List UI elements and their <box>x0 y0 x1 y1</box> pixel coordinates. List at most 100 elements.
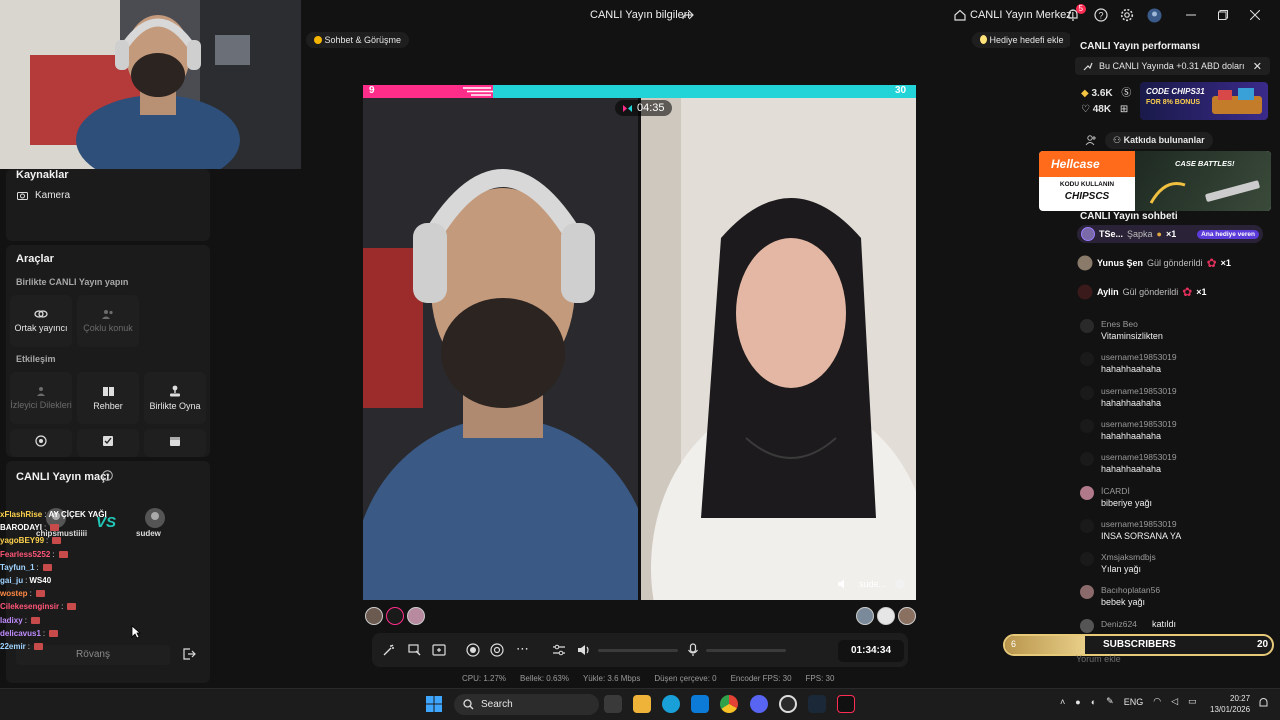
avatar[interactable] <box>1080 618 1094 633</box>
speaker-icon[interactable] <box>837 579 848 589</box>
language-indicator[interactable]: ENG <box>1124 697 1144 707</box>
info-icon[interactable]: ? <box>102 470 113 481</box>
store-icon[interactable] <box>691 695 709 713</box>
avatar[interactable] <box>365 607 383 625</box>
cohost-button[interactable]: Ortak yayıncı <box>10 295 72 347</box>
chat-message[interactable]: username19853019 hahahhaahaha <box>1080 352 1260 382</box>
discord-icon[interactable] <box>750 695 768 713</box>
hellcase-ad-banner[interactable]: Hellcase KODU KULLANIN CHIPSCS CASE BATT… <box>1039 151 1271 211</box>
pen-icon[interactable]: ✎ <box>1106 696 1114 707</box>
chat-username[interactable]: username19853019 <box>1101 386 1177 396</box>
microphone-icon[interactable] <box>687 643 699 657</box>
effects-icon[interactable] <box>382 643 396 657</box>
volume-tray-icon[interactable]: ◁ <box>1171 696 1178 707</box>
play-together-button[interactable]: Birlikte Oyna <box>144 372 206 424</box>
topic-pill[interactable]: Sohbet & Görüşme <box>306 32 410 48</box>
minimize-icon[interactable] <box>1186 10 1196 20</box>
contributors-button[interactable]: ⚇ Katkıda bulunanlar <box>1105 132 1213 149</box>
chat-username[interactable]: username19853019 <box>1101 352 1177 362</box>
scene-icon[interactable] <box>432 643 446 657</box>
multiguest-button[interactable]: Çoklu konuk <box>77 295 139 347</box>
bell-icon[interactable]: 5 <box>1066 4 1086 24</box>
chat-username[interactable]: İCARDİ <box>1101 486 1130 496</box>
avatar[interactable] <box>1080 452 1094 467</box>
windows-start-icon[interactable] <box>426 696 442 712</box>
chat-message[interactable]: username19853019 hahahhaahaha <box>1080 385 1260 416</box>
edge-icon[interactable] <box>662 695 680 713</box>
maximize-icon[interactable] <box>1218 10 1228 20</box>
task-view-icon[interactable] <box>604 695 622 713</box>
tool-button-partial-3[interactable] <box>144 429 206 457</box>
chat-username[interactable]: username19853019 <box>1101 452 1177 462</box>
add-user-icon[interactable] <box>1085 134 1097 146</box>
chrome-icon[interactable] <box>720 695 738 713</box>
comment-input[interactable]: Yorum ekle <box>1076 654 1121 664</box>
live-center-button[interactable]: CANLI Yayın Merkezi <box>954 9 1074 21</box>
gift-row[interactable]: TSe... Şapka ● ×1 Ana hediye veren <box>1077 225 1263 243</box>
avatar[interactable] <box>1080 585 1094 600</box>
guide-button[interactable]: Rehber <box>77 372 139 424</box>
tool-button-partial-2[interactable] <box>77 429 139 457</box>
more-icon[interactable]: ⋯ <box>516 642 529 655</box>
chat-username[interactable]: Bacıhoplatan56 <box>1101 585 1160 595</box>
taskbar-clock[interactable]: 20:27 13/01/2026 <box>1210 693 1250 715</box>
chat-message[interactable]: username19853019 INSA SORSANA YA <box>1080 518 1260 549</box>
gift-row[interactable]: Yunus Şen Gül gönderildi ✿ ×1 <box>1077 254 1231 272</box>
notification-icon[interactable] <box>1258 697 1269 709</box>
gear-icon[interactable] <box>1120 8 1136 24</box>
chat-message[interactable]: Xmsjaksmdbjs Yılan yağı <box>1080 552 1260 582</box>
avatar[interactable] <box>1080 352 1094 367</box>
wifi-icon[interactable]: ◠ <box>1153 696 1161 707</box>
tiktok-live-icon[interactable] <box>837 695 855 713</box>
tray-app-icon[interactable]: ◐ <box>1091 697 1096 707</box>
add-icon[interactable] <box>895 579 905 589</box>
gift-icon <box>67 603 77 611</box>
profile-avatar[interactable] <box>1147 8 1163 24</box>
avatar[interactable] <box>1080 319 1094 333</box>
chat-message[interactable]: username19853019 hahahhaahaha <box>1080 452 1260 482</box>
chat-message[interactable]: Bacıhoplatan56 bebek yağı <box>1080 585 1260 615</box>
chips-ad-banner[interactable]: CODE CHIPS31 FOR 8% BONUS <box>1140 82 1268 120</box>
close-icon[interactable] <box>1250 10 1260 20</box>
mic-slider[interactable] <box>706 649 786 652</box>
chat-message[interactable]: username19853019 hahahhaahaha <box>1080 418 1260 449</box>
avatar[interactable] <box>1080 518 1094 533</box>
chat-message[interactable]: Enes Beo Vitaminsizlikten <box>1080 319 1260 349</box>
sliders-icon[interactable] <box>552 643 566 657</box>
avatar[interactable] <box>1080 385 1094 400</box>
layout-icon[interactable] <box>408 643 422 657</box>
help-icon[interactable]: ? <box>1094 8 1110 24</box>
record-icon[interactable] <box>466 643 480 657</box>
camera-switch-icon[interactable] <box>490 643 504 657</box>
avatar[interactable] <box>1080 552 1094 567</box>
avatar[interactable] <box>1080 418 1094 433</box>
volume-icon[interactable] <box>577 643 591 657</box>
avatar[interactable] <box>407 607 425 625</box>
discord-tray-icon[interactable]: ● <box>1075 697 1080 707</box>
taskbar-search[interactable]: Search <box>454 694 599 715</box>
chat-username[interactable]: Deniz624 <box>1101 619 1137 629</box>
chat-username[interactable]: username19853019 <box>1101 519 1177 529</box>
avatar[interactable] <box>1080 485 1094 500</box>
avatar[interactable] <box>856 607 874 625</box>
chat-username[interactable]: username19853019 <box>1101 419 1177 429</box>
avatar[interactable] <box>877 607 895 625</box>
volume-slider[interactable] <box>598 649 678 652</box>
avatar[interactable] <box>898 607 916 625</box>
close-icon[interactable]: ✕ <box>1253 60 1262 73</box>
camera-source[interactable]: Kamera <box>17 190 70 201</box>
viewer-requests-button[interactable]: İzleyici Dilekleri <box>10 372 72 424</box>
gift-row[interactable]: Aylin Gül gönderildi ✿ ×1 <box>1077 283 1207 301</box>
battery-icon[interactable]: ▭ <box>1188 696 1197 707</box>
share-icon[interactable] <box>682 9 694 21</box>
steam-icon[interactable] <box>808 695 826 713</box>
gift-goal-pill[interactable]: Hediye hedefi ekle <box>972 32 1072 48</box>
chevron-up-icon[interactable]: ˄ <box>1060 697 1065 707</box>
file-explorer-icon[interactable] <box>633 695 651 713</box>
tool-button-partial-1[interactable] <box>10 429 72 457</box>
chat-message[interactable]: İCARDİ biberiye yağı <box>1080 485 1260 516</box>
chat-username[interactable]: Enes Beo <box>1101 319 1138 329</box>
avatar[interactable] <box>386 607 404 625</box>
obs-icon[interactable] <box>779 695 797 713</box>
chat-username[interactable]: Xmsjaksmdbjs <box>1101 552 1156 562</box>
